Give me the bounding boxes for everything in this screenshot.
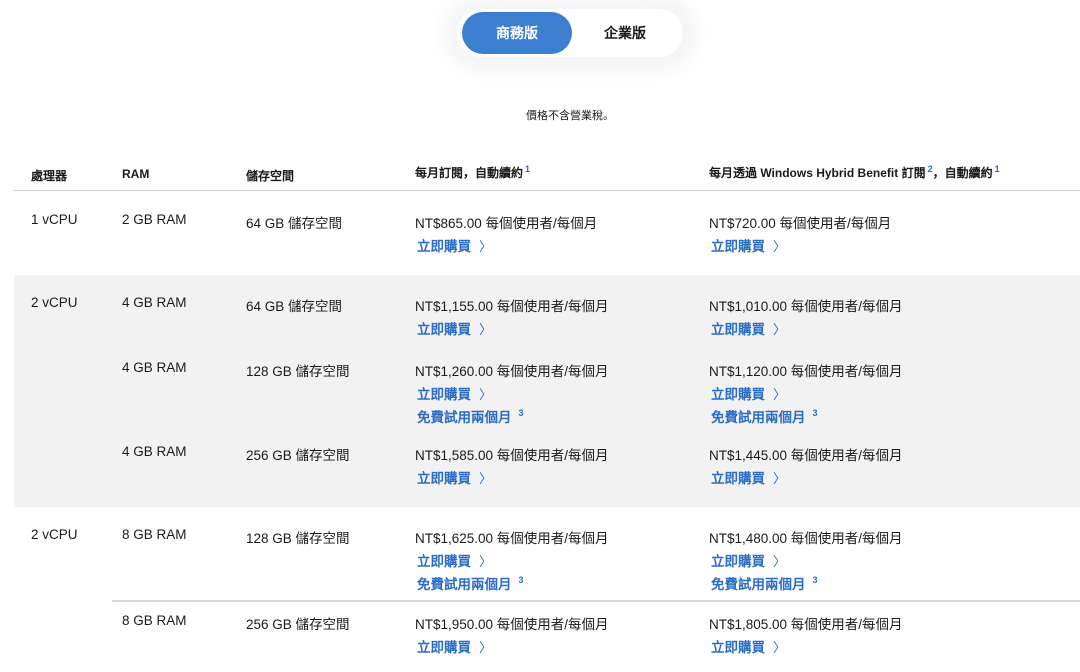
free-trial-link[interactable]: 免費試用兩個月 3 (711, 406, 818, 426)
storage-cell: 128 GB 儲存空間 (246, 364, 350, 379)
buy-now-link[interactable]: 立即購買〉 (711, 318, 786, 338)
monthly-price: NT$1,155.00 每個使用者/每個月 (415, 299, 609, 314)
header-monthly: 每月訂閱，自動續約 1 (415, 164, 530, 181)
ram-cell: 4 GB RAM (122, 360, 187, 375)
storage-cell: 256 GB 儲存空間 (246, 617, 350, 632)
ram-cell: 4 GB RAM (122, 444, 187, 459)
cpu-cell: 2 vCPU (31, 295, 78, 310)
hybrid-price: NT$720.00 每個使用者/每個月 (709, 216, 892, 231)
header-divider (14, 190, 1080, 191)
buy-now-link[interactable]: 立即購買〉 (417, 467, 492, 487)
chevron-right-icon: 〉 (773, 322, 787, 337)
chevron-right-icon: 〉 (479, 471, 493, 486)
ram-cell: 2 GB RAM (122, 212, 187, 227)
hybrid-price: NT$1,010.00 每個使用者/每個月 (709, 299, 903, 314)
hybrid-price: NT$1,120.00 每個使用者/每個月 (709, 364, 903, 379)
chevron-right-icon: 〉 (773, 239, 787, 254)
buy-now-link[interactable]: 立即購買〉 (711, 636, 786, 656)
cpu-cell: 1 vCPU (31, 212, 78, 227)
hybrid-price: NT$1,480.00 每個使用者/每個月 (709, 531, 903, 546)
monthly-price: NT$865.00 每個使用者/每個月 (415, 216, 598, 231)
header-processor: 處理器 (31, 169, 68, 183)
chevron-right-icon: 〉 (773, 471, 787, 486)
header-monthly-label: 每月訂閱，自動續約 (415, 166, 524, 180)
chevron-right-icon: 〉 (479, 640, 493, 655)
chevron-right-icon: 〉 (479, 387, 493, 402)
business-edition-tab[interactable]: 商務版 (462, 12, 572, 54)
chevron-right-icon: 〉 (773, 640, 787, 655)
storage-cell: 128 GB 儲存空間 (246, 531, 350, 546)
header-hybrid-suffix: ，自動續約 (932, 166, 993, 180)
chevron-right-icon: 〉 (479, 322, 493, 337)
footnote-1-marker[interactable]: 1 (525, 164, 530, 174)
buy-now-link[interactable]: 立即購買〉 (417, 235, 492, 255)
monthly-price: NT$1,260.00 每個使用者/每個月 (415, 364, 609, 379)
buy-now-link[interactable]: 立即購買〉 (417, 636, 492, 656)
ram-cell: 8 GB RAM (122, 527, 187, 542)
chevron-right-icon: 〉 (773, 554, 787, 569)
monthly-price: NT$1,950.00 每個使用者/每個月 (415, 617, 609, 632)
buy-now-link[interactable]: 立即購買〉 (711, 550, 786, 570)
buy-now-link[interactable]: 立即購買〉 (711, 235, 786, 255)
free-trial-link[interactable]: 免費試用兩個月 3 (417, 406, 524, 426)
buy-now-link[interactable]: 立即購買〉 (417, 383, 492, 403)
edition-toggle: 商務版 企業版 (457, 9, 683, 57)
price-note: 價格不含營業稅。 (526, 110, 614, 122)
hybrid-price: NT$1,445.00 每個使用者/每個月 (709, 448, 903, 463)
ram-cell: 4 GB RAM (122, 295, 187, 310)
free-trial-link[interactable]: 免費試用兩個月 3 (417, 573, 524, 593)
storage-cell: 64 GB 儲存空間 (246, 299, 343, 314)
row-divider (112, 600, 1080, 602)
footnote-1-marker[interactable]: 1 (995, 164, 1000, 174)
buy-now-link[interactable]: 立即購買〉 (711, 383, 786, 403)
monthly-price: NT$1,625.00 每個使用者/每個月 (415, 531, 609, 546)
enterprise-edition-tab[interactable]: 企業版 (572, 12, 678, 54)
monthly-price: NT$1,585.00 每個使用者/每個月 (415, 448, 609, 463)
chevron-right-icon: 〉 (479, 554, 493, 569)
free-trial-link[interactable]: 免費試用兩個月 3 (711, 573, 818, 593)
chevron-right-icon: 〉 (479, 239, 493, 254)
buy-now-link[interactable]: 立即購買〉 (711, 467, 786, 487)
header-storage: 儲存空間 (246, 169, 295, 183)
header-ram: RAM (122, 167, 150, 181)
cpu-cell: 2 vCPU (31, 527, 78, 542)
header-hybrid-label: 每月透過 Windows Hybrid Benefit 訂閱 (709, 166, 926, 180)
chevron-right-icon: 〉 (773, 387, 787, 402)
buy-now-link[interactable]: 立即購買〉 (417, 550, 492, 570)
hybrid-price: NT$1,805.00 每個使用者/每個月 (709, 617, 903, 632)
storage-cell: 64 GB 儲存空間 (246, 216, 343, 231)
header-hybrid: 每月透過 Windows Hybrid Benefit 訂閱 2，自動續約 1 (709, 164, 1000, 181)
storage-cell: 256 GB 儲存空間 (246, 448, 350, 463)
ram-cell: 8 GB RAM (122, 613, 187, 628)
buy-now-link[interactable]: 立即購買〉 (417, 318, 492, 338)
